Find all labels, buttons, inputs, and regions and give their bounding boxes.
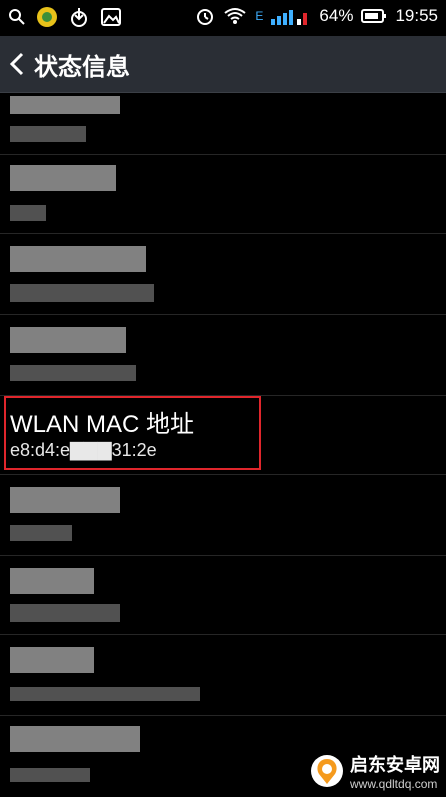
highlight-box (4, 396, 261, 470)
blurred-label (10, 327, 126, 353)
logo-icon (311, 755, 343, 787)
watermark-line1: 启东安卓网 (350, 755, 440, 775)
blurred-value (10, 126, 86, 142)
blurred-label (10, 726, 140, 752)
search-icon (9, 9, 25, 25)
page-title: 状态信息 (34, 53, 130, 81)
list-item[interactable] (0, 475, 446, 556)
blurred-value (10, 604, 120, 622)
blurred-label (10, 568, 94, 594)
watermark: 启东安卓网 www.qdltdq.com (310, 751, 440, 791)
blurred-value (10, 205, 46, 221)
list-item[interactable] (0, 315, 446, 396)
blurred-label (10, 647, 94, 673)
battery-percent: 64% (319, 6, 354, 25)
download-icon (71, 8, 87, 27)
status-bar: E 64% 19:55 (0, 0, 446, 36)
network-type: E (255, 9, 264, 23)
app-bar: 状态信息 (0, 36, 446, 93)
wifi-icon (224, 8, 247, 24)
chevron-left-icon (9, 52, 24, 76)
blurred-value (10, 284, 154, 302)
watermark-text: 启东安卓网 www.qdltdq.com (350, 751, 440, 791)
list-item[interactable] (0, 155, 446, 234)
alarm-icon (197, 9, 214, 25)
clock: 19:55 (395, 6, 438, 25)
blurred-label (10, 96, 120, 114)
blurred-label (10, 246, 146, 272)
list-item[interactable] (0, 556, 446, 635)
blurred-value (10, 365, 136, 381)
status-left-icons (8, 6, 122, 28)
watermark-line2: www.qdltdq.com (350, 777, 438, 791)
signal-icon (271, 10, 308, 25)
blurred-label (10, 487, 120, 513)
list-item[interactable] (0, 234, 446, 315)
list-item[interactable] (0, 92, 446, 155)
back-button[interactable] (0, 36, 34, 92)
battery-icon (361, 9, 387, 23)
image-icon (101, 8, 121, 26)
list-item[interactable] (0, 635, 446, 716)
blurred-value (10, 687, 200, 701)
status-right-icons: E 64% 19:55 (195, 6, 438, 26)
app-icon (37, 7, 57, 27)
blurred-value (10, 525, 72, 541)
blurred-label (10, 165, 116, 191)
blurred-value (10, 768, 90, 782)
